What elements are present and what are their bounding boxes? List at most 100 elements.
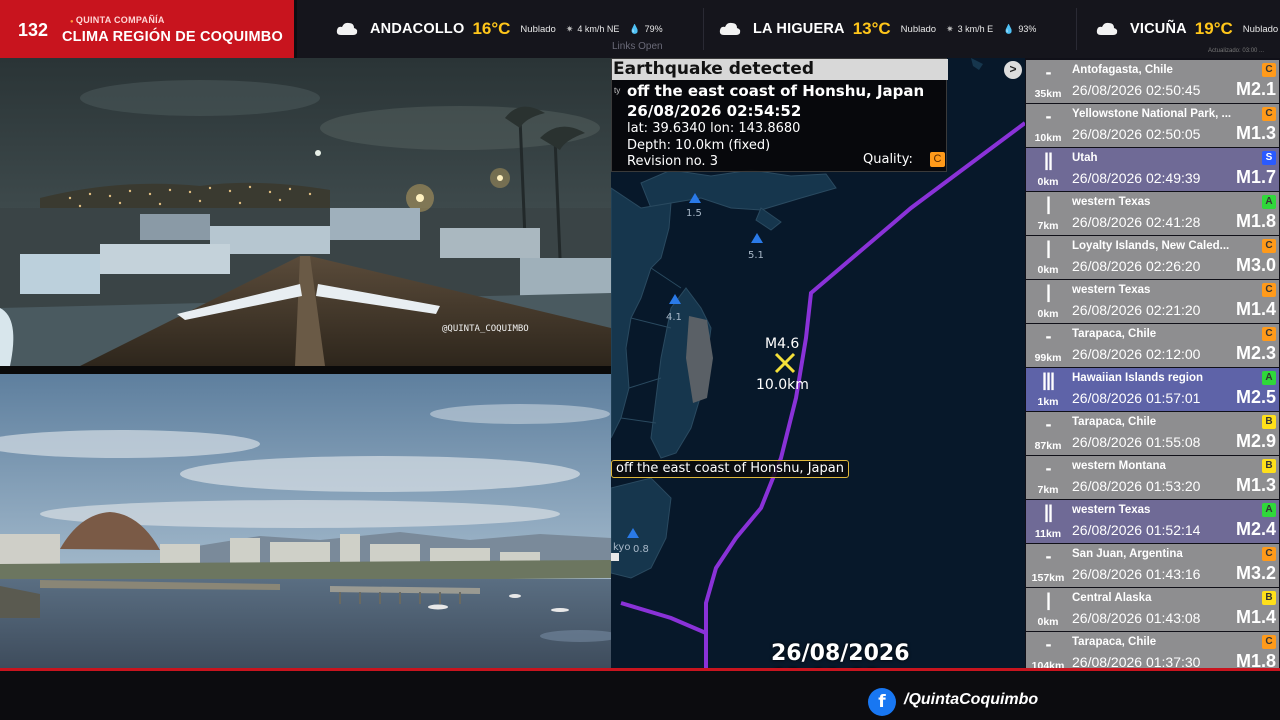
quake-place: Utah xyxy=(1072,152,1098,164)
quake-distance: 87km xyxy=(1034,440,1062,452)
quake-quality-badge: A xyxy=(1262,195,1276,209)
quake-list-item[interactable]: || 0km Utah 26/08/2026 02:49:39 M1.7 S xyxy=(1026,148,1279,191)
quake-list-item[interactable]: ||| 1km Hawaiian Islands region 26/08/2026 … xyxy=(1026,368,1279,411)
cloud-icon xyxy=(336,22,358,35)
quake-distance: 99km xyxy=(1034,352,1062,364)
station-label: 0.8 xyxy=(633,544,649,555)
quake-time: 26/08/2026 01:43:16 xyxy=(1072,566,1201,582)
quake-intensity-bars: - xyxy=(1045,62,1052,82)
weather-condition: Nublado xyxy=(1242,23,1279,35)
city-label: kyo xyxy=(613,542,630,553)
quake-magnitude: M1.4 xyxy=(1235,299,1276,319)
quake-place: Tarapaca, Chile xyxy=(1072,636,1157,648)
quake-quality-badge: C xyxy=(1262,107,1276,121)
quake-magnitude: M1.4 xyxy=(1235,607,1276,627)
alert-depth: Depth: 10.0km (fixed) xyxy=(627,138,771,153)
weather-temp: 13°C xyxy=(852,19,891,38)
humidity-icon: 💧 xyxy=(1003,23,1015,34)
alert-coords: lat: 39.6340 lon: 143.8680 xyxy=(627,121,801,136)
weather-la-higuera: LA HIGUERA 13°C Nublado ✷ 3 km/h E 💧 93% xyxy=(719,0,1036,58)
quake-list-item[interactable]: - 10km Yellowstone National Park, ... 26/08… xyxy=(1026,104,1279,147)
quake-distance: 0km xyxy=(1037,264,1059,276)
quake-list-item[interactable]: | 0km western Texas 26/08/2026 02:21:20 M1.4… xyxy=(1026,280,1279,323)
earthquake-alert-panel: Earthquake detected ty off the east coas… xyxy=(611,58,948,172)
quake-list-item[interactable]: - 157km San Juan, Argentina 26/08/2026 01:4… xyxy=(1026,544,1279,587)
quake-magnitude: M2.9 xyxy=(1235,431,1276,451)
alert-place: off the east coast of Honshu, Japan xyxy=(627,82,925,100)
quake-time: 26/08/2026 01:52:14 xyxy=(1072,522,1201,538)
quake-magnitude: M1.8 xyxy=(1235,211,1276,231)
camera-feed-night: @QUINTA_COQUIMBO xyxy=(0,58,611,366)
quake-place: San Juan, Argentina xyxy=(1072,548,1183,560)
quake-intensity-bars: | xyxy=(1045,194,1051,214)
quake-quality-badge: A xyxy=(1262,371,1276,385)
alert-revision: Revision no. 3 xyxy=(627,154,718,169)
quake-distance: 157km xyxy=(1031,572,1065,584)
brand-block: 132 QUINTA COMPAÑÍA CLIMA REGIÓN DE COQU… xyxy=(0,0,297,58)
quake-time: 26/08/2026 02:49:39 xyxy=(1072,170,1201,186)
quake-quality-badge: C xyxy=(1262,327,1276,341)
map-menu[interactable]: Links Open xyxy=(612,41,663,52)
quake-intensity-bars: || xyxy=(1043,502,1053,522)
weather-humidity: 93% xyxy=(1018,24,1037,34)
cloud-icon xyxy=(719,22,741,35)
quake-distance: 11km xyxy=(1034,528,1062,540)
quake-time: 26/08/2026 02:41:28 xyxy=(1072,214,1201,230)
weather-wind: 3 km/h E xyxy=(957,24,994,34)
quake-list-item[interactable]: - 7km western Montana 26/08/2026 01:53:20 M1… xyxy=(1026,456,1279,499)
map-next-button[interactable]: > xyxy=(1004,61,1022,79)
quake-intensity-bars: - xyxy=(1045,458,1052,478)
quake-intensity-bars: | xyxy=(1045,590,1051,610)
quake-list-item[interactable]: - 87km Tarapaca, Chile 26/08/2026 01:55:08 M… xyxy=(1026,412,1279,455)
station-label: 5.1 xyxy=(748,250,764,261)
quake-magnitude: M3.2 xyxy=(1235,563,1276,583)
brand-subtitle: QUINTA COMPAÑÍA xyxy=(70,15,165,25)
epicenter-magnitude: M4.6 xyxy=(765,336,799,352)
quake-time: 26/08/2026 02:50:45 xyxy=(1072,82,1201,98)
quake-magnitude: M2.4 xyxy=(1235,519,1276,539)
epicenter-depth: 10.0km xyxy=(756,377,809,393)
quake-magnitude: M2.5 xyxy=(1235,387,1276,407)
map-location-tag: off the east coast of Honshu, Japan xyxy=(611,460,849,478)
quake-place: western Texas xyxy=(1072,504,1151,516)
quake-intensity-bars: | xyxy=(1045,238,1051,258)
facebook-icon[interactable]: f xyxy=(868,688,896,716)
camera-feed-day xyxy=(0,374,611,668)
quake-quality-badge: S xyxy=(1262,151,1276,165)
quake-list-item[interactable]: - 99km Tarapaca, Chile 26/08/2026 02:12:00 M… xyxy=(1026,324,1279,367)
quake-magnitude: M1.3 xyxy=(1235,123,1276,143)
stream-overlay: 132 QUINTA COMPAÑÍA CLIMA REGIÓN DE COQU… xyxy=(0,0,1280,720)
weather-condition: Nublado xyxy=(900,23,937,35)
weather-city: VICUÑA xyxy=(1130,21,1187,37)
map-clock: 26/08/2026 03:01:23 xyxy=(771,641,910,668)
quake-list-item[interactable]: | 0km Loyalty Islands, New Caled... 26/08/2… xyxy=(1026,236,1279,279)
quake-time: 26/08/2026 01:53:20 xyxy=(1072,478,1201,494)
quake-list-item[interactable]: | 7km western Texas 26/08/2026 02:41:28 M1.8… xyxy=(1026,192,1279,235)
alert-header: Earthquake detected xyxy=(612,59,948,80)
earthquake-map[interactable]: 1.5 5.1 4.1 0.8 kyo M4.6 10.0km Earthqua… xyxy=(611,58,1025,668)
weather-city: LA HIGUERA xyxy=(753,21,845,37)
quake-distance: 1km xyxy=(1037,396,1059,408)
quake-magnitude: M2.3 xyxy=(1235,343,1276,363)
quake-quality-badge: C xyxy=(1262,63,1276,77)
quake-magnitude: M3.0 xyxy=(1235,255,1276,275)
quake-intensity-bars: ||| xyxy=(1041,370,1055,390)
weather-temp: 19°C xyxy=(1194,19,1233,38)
quake-place: western Montana xyxy=(1072,460,1166,472)
quake-intensity-bars: | xyxy=(1045,282,1051,302)
quake-quality-badge: C xyxy=(1262,283,1276,297)
quake-list-item[interactable]: - 35km Antofagasta, Chile 26/08/2026 02:50:… xyxy=(1026,60,1279,103)
facebook-handle[interactable]: /QuintaCoquimbo xyxy=(904,691,1038,709)
station-label: 1.5 xyxy=(686,208,702,219)
quake-intensity-bars: - xyxy=(1045,326,1052,346)
quake-list-item[interactable]: | 0km Central Alaska 26/08/2026 01:43:08 M1.… xyxy=(1026,588,1279,631)
camera-watermark: @QUINTA_COQUIMBO xyxy=(442,324,529,334)
weather-wind: 4 km/h NE xyxy=(577,24,620,34)
weather-condition: Nublado xyxy=(520,23,556,35)
quake-time: 26/08/2026 01:43:08 xyxy=(1072,610,1201,626)
divider xyxy=(703,8,704,50)
quake-place: Yellowstone National Park, ... xyxy=(1072,108,1232,120)
quake-quality-badge: B xyxy=(1262,591,1276,605)
wind-icon: ✷ xyxy=(565,23,574,34)
quake-list-item[interactable]: || 11km western Texas 26/08/2026 01:52:14 M2… xyxy=(1026,500,1279,543)
